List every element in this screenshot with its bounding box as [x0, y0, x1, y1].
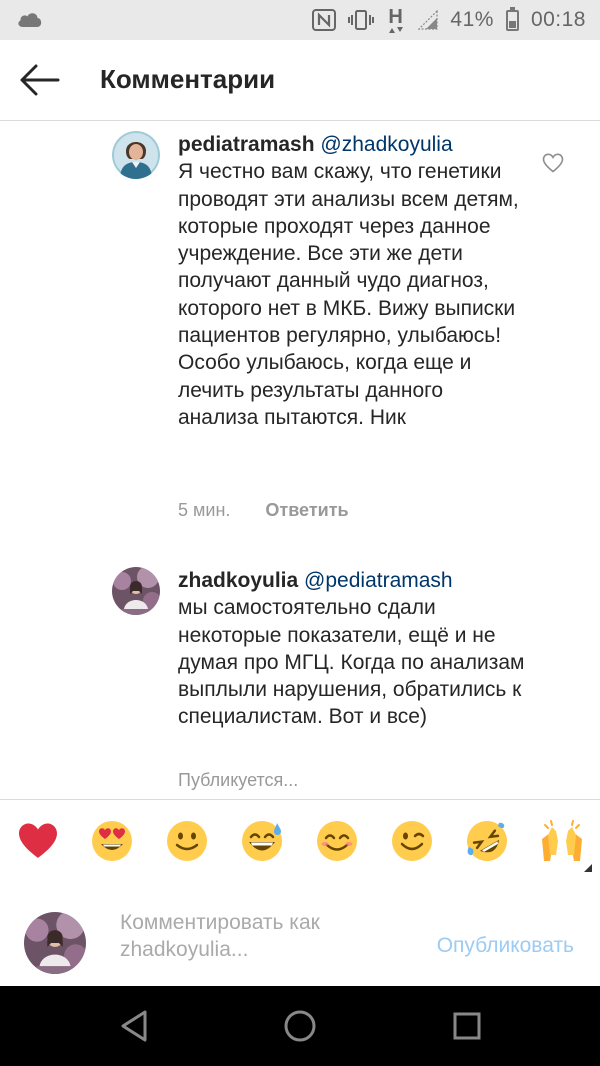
back-nav-icon[interactable] [118, 1008, 150, 1044]
winking-emoji-button[interactable] [390, 819, 434, 863]
comment-composer: Комментировать как zhadkoyulia... Опубли… [0, 882, 600, 986]
cloud-icon [18, 13, 42, 27]
heart-eyes-emoji-button[interactable] [90, 819, 134, 863]
heart-icon[interactable] [542, 153, 564, 173]
status-bar: H 41% 00:18 [0, 0, 600, 40]
composer-avatar [24, 912, 86, 974]
avatar[interactable] [112, 567, 160, 615]
posting-status: Публикуется... [178, 770, 299, 790]
heart-eyes-icon [92, 821, 132, 861]
page-title: Комментарии [100, 64, 276, 94]
comment-body: pediatramash @zhadkoyulia Я честно вам с… [178, 131, 528, 431]
comment-username[interactable]: zhadkoyulia [178, 569, 298, 592]
vibrate-icon [348, 10, 375, 30]
comment-text: Я честно вам скажу, что генетики проводя… [178, 160, 519, 429]
comment-mention[interactable]: @pediatramash [304, 569, 453, 592]
signal-icon [418, 10, 439, 30]
slightly-smiling-emoji-button[interactable] [165, 819, 209, 863]
header: Комментарии [0, 40, 600, 121]
grinning-sweat-emoji-button[interactable] [240, 819, 284, 863]
red-heart-icon [19, 823, 57, 858]
rolling-laughing-icon [467, 821, 507, 861]
publish-button[interactable]: Опубликовать [437, 934, 574, 958]
comment-body: zhadkoyulia @pediatramash мы самостоятел… [178, 567, 528, 731]
avatar[interactable] [112, 131, 160, 179]
red-heart-emoji-button[interactable] [16, 819, 60, 863]
raised-hands-icon [542, 820, 582, 861]
home-nav-icon[interactable] [283, 1008, 317, 1044]
comment-username[interactable]: pediatramash [178, 133, 315, 156]
smiling-eyes-emoji-button[interactable] [315, 819, 359, 863]
comment-input[interactable]: Комментировать как zhadkoyulia... [120, 909, 400, 963]
slightly-smiling-icon [167, 821, 207, 861]
grinning-sweat-icon [242, 821, 282, 861]
comment-input-placeholder-line1: Комментировать как [120, 911, 320, 934]
nfc-icon [312, 9, 337, 31]
raised-hands-emoji-button[interactable] [540, 819, 584, 863]
emoji-bar [0, 799, 600, 883]
reply-button[interactable]: Ответить [265, 500, 348, 520]
system-nav-bar [0, 986, 600, 1066]
clock: 00:18 [530, 8, 586, 31]
smiling-eyes-icon [317, 821, 357, 861]
comment-text: мы самостоятельно сдали некоторые показа… [178, 596, 525, 729]
expand-corner-icon [584, 864, 592, 872]
battery-icon [505, 6, 519, 31]
comment-time: 5 мин. [178, 500, 231, 520]
rolling-laughing-emoji-button[interactable] [465, 819, 509, 863]
winking-icon [392, 821, 432, 861]
network-type-icon: H [386, 6, 406, 33]
comment-meta: 5 мин. Ответить [178, 500, 349, 521]
recents-nav-icon[interactable] [452, 1008, 482, 1044]
comment-mention[interactable]: @zhadkoyulia [320, 133, 452, 156]
battery-percent: 41% [450, 8, 494, 31]
comment-input-placeholder-line2: zhadkoyulia... [120, 938, 249, 961]
back-arrow-icon[interactable] [18, 62, 62, 98]
